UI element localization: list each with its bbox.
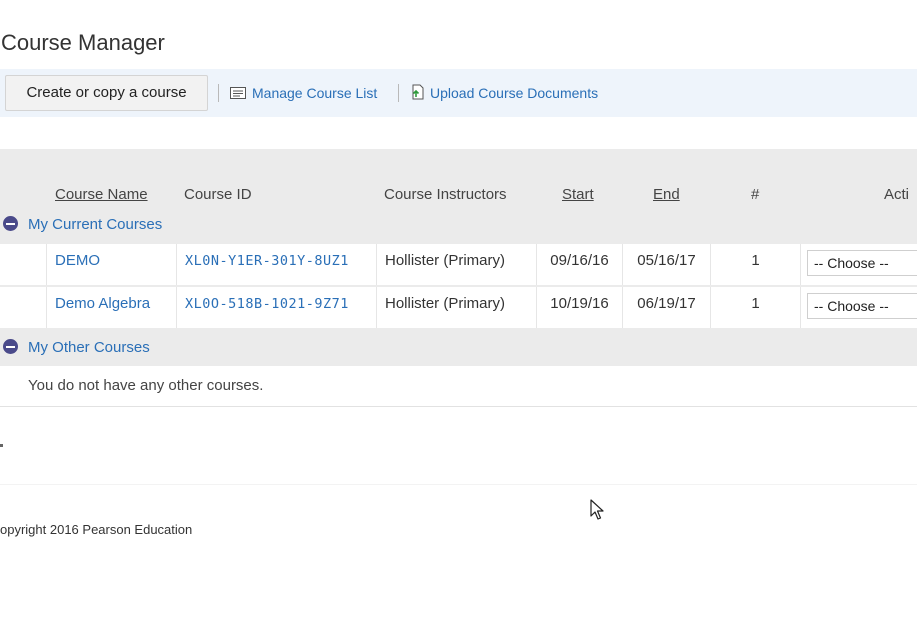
column-header-course-id: Course ID [184,186,252,203]
course-start: 10/19/16 [536,287,622,328]
course-name-link[interactable]: DEMO [46,244,176,285]
action-select[interactable]: -- Choose -- [807,250,917,276]
collapse-icon[interactable] [3,216,18,231]
row-spacer [0,287,46,328]
course-id: XL0O-518B-1021-9Z71 [176,287,376,328]
course-end: 05/16/17 [622,244,710,285]
upload-course-documents-link[interactable]: Upload Course Documents [410,84,598,102]
column-header-actions: Acti [884,186,910,203]
column-header-end[interactable]: End [653,186,680,204]
action-select[interactable]: -- Choose -- [807,293,917,319]
column-header-count: # [751,186,760,203]
upload-course-documents-label: Upload Course Documents [430,85,599,101]
course-count: 1 [710,244,800,285]
other-courses-body: You do not have any other courses. [0,366,917,407]
course-instructor: Hollister (Primary) [376,244,536,285]
list-icon [230,85,246,103]
page-title: Course Manager [1,30,165,55]
section-label: My Other Courses [28,339,150,356]
column-header-start[interactable]: Start [562,186,594,204]
empty-message: You do not have any other courses. [28,377,264,394]
upload-icon [410,84,424,104]
table-row: DEMO XL0N-Y1ER-301Y-8UZ1 Hollister (Prim… [0,244,917,285]
course-end: 06/19/17 [622,287,710,328]
course-instructor: Hollister (Primary) [376,287,536,328]
manage-course-list-label: Manage Course List [252,85,378,101]
decorative-dot [0,444,3,447]
toolbar-separator [218,84,219,102]
course-count: 1 [710,287,800,328]
section-label: My Current Courses [28,216,163,233]
column-header-course-name[interactable]: Course Name [55,186,148,204]
section-my-current-courses[interactable]: My Current Courses [3,216,162,234]
course-name-link[interactable]: Demo Algebra [46,287,176,328]
manage-course-list-link[interactable]: Manage Course List [230,84,377,102]
section-my-other-courses[interactable]: My Other Courses [3,339,150,357]
copyright-text: opyright 2016 Pearson Education [0,522,193,537]
create-course-button[interactable]: Create or copy a course [5,75,208,111]
mouse-cursor-icon [590,499,606,526]
toolbar: Create or copy a course Manage Course Li… [0,69,917,117]
footer-divider [0,484,917,485]
toolbar-separator [398,84,399,102]
collapse-icon[interactable] [3,339,18,354]
page: Course Manager Create or copy a course M… [0,0,917,625]
column-header-course-instructors: Course Instructors [384,186,507,203]
course-id: XL0N-Y1ER-301Y-8UZ1 [176,244,376,285]
table-row: Demo Algebra XL0O-518B-1021-9Z71 Hollist… [0,287,917,328]
row-spacer [0,244,46,285]
course-start: 09/16/16 [536,244,622,285]
